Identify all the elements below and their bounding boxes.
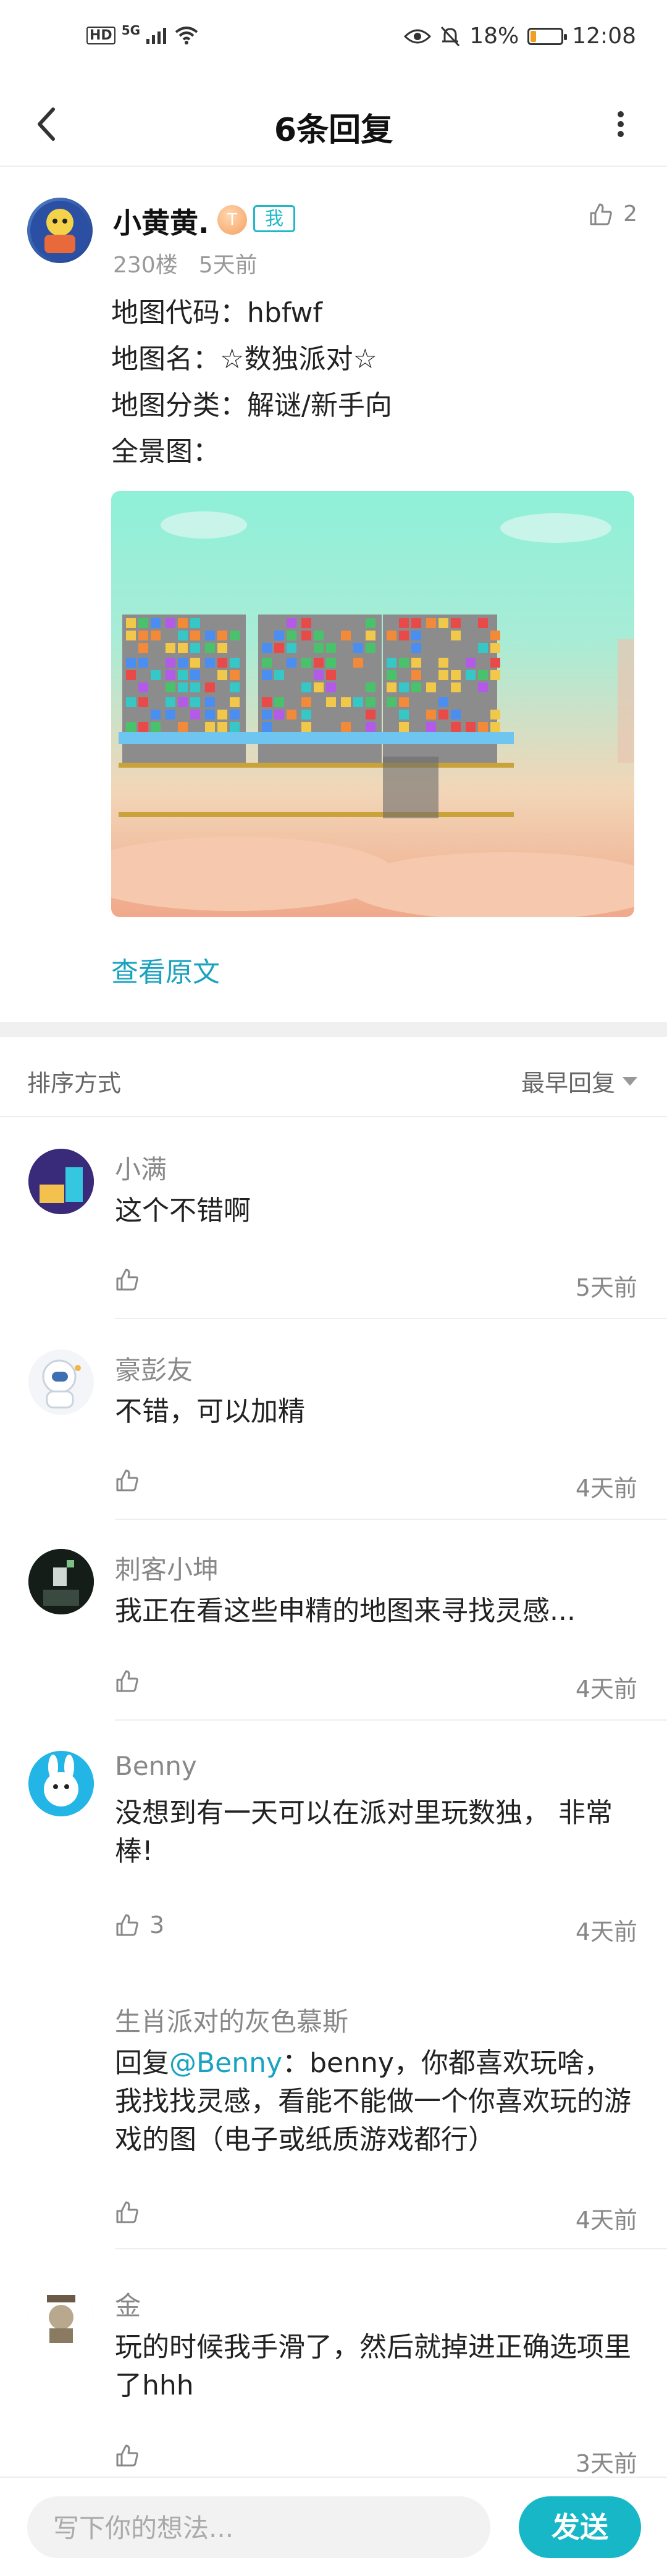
battery-percent: 18% [469,23,519,49]
sort-dropdown[interactable]: 最早回复 [521,1064,637,1098]
reply-text: 没想到有一天可以在派对里玩数独， 非常棒! [115,1797,613,1867]
avatar[interactable] [27,198,93,263]
reply-author[interactable]: 金 [115,2285,141,2323]
composer-bar: 发送 [0,2477,667,2576]
battery-icon [527,27,568,45]
5g-icon: 5G [121,23,141,38]
reply-prefix: 回复 [115,2047,169,2079]
comment-input[interactable] [52,2496,474,2559]
avatar[interactable] [28,2285,94,2351]
map-panorama-image[interactable] [111,491,634,917]
more-button[interactable] [599,103,642,146]
reply-author[interactable]: Benny [115,1751,197,1781]
reply-separator [115,2248,667,2249]
map-panorama-art [111,511,634,917]
avatar-art [28,1149,94,1214]
more-vertical-icon [618,111,624,137]
reply-like-button[interactable]: 3 [115,1911,164,1939]
nav-bar: 6条回复 [0,80,667,167]
thumbs-up-icon [116,1914,138,1936]
reply-author[interactable]: 生肖派对的灰色慕斯 [115,2001,348,2039]
hd-icon: HD [86,26,115,44]
reply-author[interactable]: 小满 [115,1149,167,1186]
status-right: 18% 12:08 [404,23,636,49]
avatar-art [42,1359,81,1409]
mute-bell-icon [441,26,460,46]
thumbs-up-icon [116,1269,138,1291]
reply-like-count: 3 [149,1911,165,1939]
reply-like-button[interactable] [115,2443,149,2468]
me-badge: 我 [253,205,295,232]
reply-text: 玩的时候我手滑了，然后就掉进正确选项里了hhh [115,2331,631,2401]
level-badge: T [217,205,247,235]
reply-author[interactable]: 豪彭友 [115,1349,193,1387]
reply-text: 这个不错啊 [115,1195,251,1227]
view-original-link[interactable]: 查看原文 [111,950,220,989]
comment-input-wrapper [27,2496,490,2559]
thumbs-up-icon [116,1670,138,1692]
thumbs-up-icon [116,1469,138,1491]
post-time: 5天前 [198,253,258,278]
original-post: 小黄黄. T 我 2 230楼 5天前 地图代码：hbfwf 地图名：☆数独派对… [0,167,667,1022]
status-left: HD 5G [86,23,198,44]
reply-text: 我正在看这些申精的地图来寻找灵感... [115,1595,576,1627]
section-divider [0,1022,667,1037]
reply-text: 不错，可以加精 [115,1396,305,1427]
avatar[interactable] [28,1549,94,1614]
reply-time: 4天前 [575,2207,637,2234]
reply-time: 4天前 [575,1475,637,1502]
map-name-line: 地图名：☆数独派对☆ [111,343,377,375]
avatar-art [28,1751,94,1816]
thumbs-up-icon [116,2201,138,2223]
signal-icon [146,28,167,44]
reply-time: 3天前 [575,2450,637,2477]
avatar-art [28,1549,94,1614]
status-bar: HD 5G 18% 12:08 [0,0,667,80]
reply-text: 回复@Benny：benny，你都喜欢玩啥，我找找灵感，看能不能做一个你喜欢玩的… [115,2044,634,2159]
reply-time: 5天前 [575,1274,637,1301]
avatar[interactable] [28,1751,94,1816]
avatar[interactable] [28,1149,94,1214]
reply-separator [115,1318,667,1319]
panorama-label: 全景图： [111,436,220,468]
eye-icon [404,29,432,43]
reply-like-button[interactable] [115,1669,149,1693]
reply-like-button[interactable] [115,1468,149,1493]
reply-author[interactable]: 刺客小坤 [115,1549,219,1587]
floor-number: 230楼 [113,253,178,278]
author-name[interactable]: 小黄黄. [113,201,209,241]
wifi-icon [175,27,198,44]
send-button[interactable]: 发送 [519,2496,641,2558]
thumbs-up-icon [590,203,612,225]
avatar-art [28,2285,94,2351]
sort-value: 最早回复 [521,1070,615,1097]
reply-time: 4天前 [575,1676,637,1703]
post-like-button[interactable]: 2 [589,201,637,227]
reply-separator [115,1719,667,1721]
mention-link[interactable]: @Benny [169,2047,282,2079]
thumbs-up-icon [116,2444,138,2467]
sort-bar: 排序方式 最早回复 [0,1037,667,1117]
reply-time: 4天前 [575,1918,637,1945]
clock: 12:08 [572,23,636,49]
post-like-count: 2 [623,201,637,227]
caret-down-icon [623,1076,637,1086]
map-category-line: 地图分类：解谜/新手向 [111,390,392,421]
reply-like-button[interactable] [115,2200,149,2225]
avatar-art [30,201,90,260]
page-title: 6条回复 [274,112,393,149]
avatar[interactable] [28,1349,94,1415]
map-code-line: 地图代码：hbfwf [111,297,323,329]
reply-separator [115,1519,667,1520]
reply-like-button[interactable] [115,1267,149,1292]
post-meta: 230楼 5天前 [113,247,258,279]
sort-label: 排序方式 [27,1070,122,1097]
